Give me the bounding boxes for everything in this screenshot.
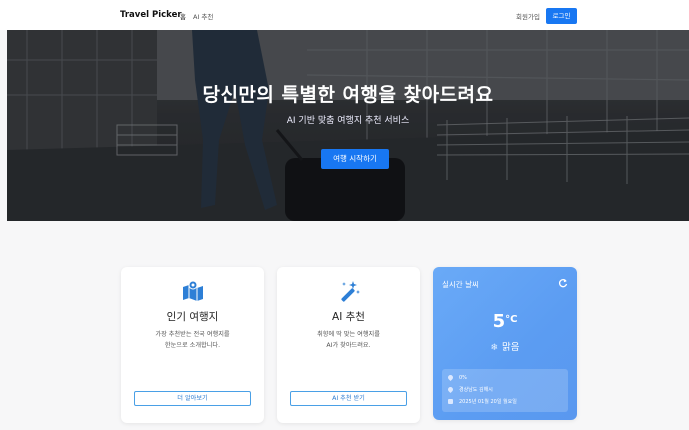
card-desc-line: 가장 추천받는 전국 여행지를 [155, 331, 230, 338]
temperature-unit: °C [505, 314, 518, 325]
water-drop-icon [446, 373, 455, 382]
nav-link-ai-recommend[interactable]: AI 추천 [193, 11, 213, 21]
weather-details: 0% 경상남도 김해시 2025년 01월 20일 월요일 [442, 369, 568, 412]
card-description: 취향에 딱 맞는 여행지를 AI가 찾아드려요. [287, 329, 410, 351]
date-row: 2025년 01월 20일 월요일 [448, 398, 517, 407]
hero-subtitle: AI 기반 맞춤 여행지 추천 서비스 [286, 116, 410, 126]
weather-temperature: 5°C [433, 311, 577, 332]
card-desc-line: AI가 찾아드려요. [326, 342, 371, 349]
card-desc-line: 취향에 딱 맞는 여행지를 [317, 331, 380, 338]
weather-condition-row: ❄ 맑음 [433, 339, 577, 353]
magic-wand-icon [341, 281, 360, 302]
card-desc-line: 한눈으로 소개합니다. [164, 342, 221, 349]
hero-title: 당신만의 특별한 여행을 찾아드려요 [202, 84, 494, 106]
login-button[interactable]: 로그인 [546, 8, 577, 24]
refresh-icon[interactable] [558, 278, 568, 288]
snowflake-icon: ❄ [490, 343, 499, 353]
start-travel-button[interactable]: 여행 시작하기 [321, 149, 389, 169]
location-row: 경상남도 김해시 [446, 385, 493, 395]
date-value: 2025년 01월 20일 월요일 [459, 399, 517, 405]
weather-card: 실시간 날씨 5°C ❄ 맑음 0% 경상남도 김해시 2025년 01월 20일… [433, 267, 577, 420]
card-title: 인기 여행지 [166, 311, 219, 323]
nav-link-home[interactable]: 홈 [180, 11, 186, 21]
signup-link[interactable]: 회원가입 [516, 11, 540, 21]
calendar-icon [448, 399, 453, 404]
popular-destinations-card: 인기 여행지 가장 추천받는 전국 여행지를 한눈으로 소개합니다. 더 알아보… [121, 267, 264, 423]
ai-recommend-card: AI 추천 취향에 딱 맞는 여행지를 AI가 찾아드려요. AI 추천 받기 [277, 267, 420, 423]
weather-title: 실시간 날씨 [442, 280, 479, 289]
top-nav: Travel Picker 홈 AI 추천 회원가입 로그인 [0, 0, 689, 30]
weather-condition: 맑음 [502, 342, 520, 353]
humidity-value: 0% [459, 375, 467, 381]
location-pin-icon [446, 385, 455, 394]
temperature-value: 5 [492, 311, 506, 332]
ai-recommend-button[interactable]: AI 추천 받기 [290, 391, 407, 406]
card-title: AI 추천 [332, 311, 365, 323]
humidity-row: 0% [446, 373, 467, 383]
hero-banner: 당신만의 특별한 여행을 찾아드려요 AI 기반 맞춤 여행지 추천 서비스 여… [7, 30, 689, 221]
location-value: 경상남도 김해시 [459, 387, 493, 393]
map-icon [183, 280, 203, 301]
card-description: 가장 추천받는 전국 여행지를 한눈으로 소개합니다. [131, 329, 254, 351]
learn-more-button[interactable]: 더 알아보기 [134, 391, 251, 406]
brand-logo[interactable]: Travel Picker [120, 10, 182, 20]
